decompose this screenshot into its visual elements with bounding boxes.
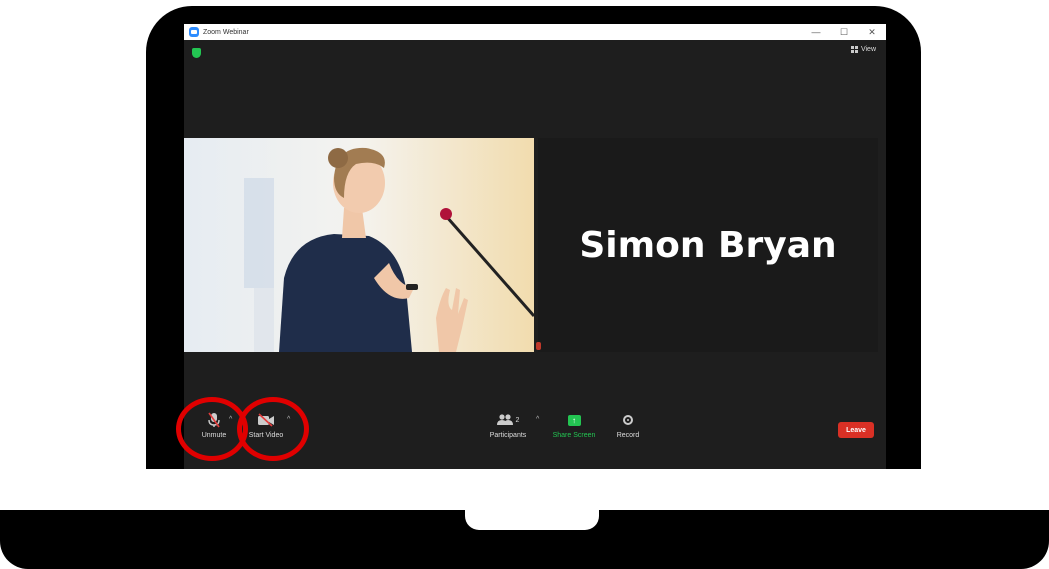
grid-icon (850, 46, 858, 53)
shield-icon[interactable] (192, 48, 201, 58)
participants-button[interactable]: 2 Participants (478, 410, 538, 439)
record-button[interactable]: Record (598, 410, 658, 439)
video-tile-speaker[interactable] (184, 138, 534, 352)
record-label: Record (616, 432, 640, 439)
share-screen-button[interactable]: ↑ Share Screen (544, 410, 604, 439)
minimize-button[interactable]: — (802, 24, 830, 40)
participants-icon: 2 (496, 410, 520, 430)
share-screen-label: Share Screen (552, 432, 596, 439)
leave-button[interactable]: Leave (838, 422, 874, 438)
laptop-notch (465, 510, 599, 530)
maximize-button[interactable]: ☐ (830, 24, 858, 40)
view-button[interactable]: View (850, 46, 876, 53)
start-video-highlight-circle (237, 397, 309, 461)
speaker-photo (184, 138, 534, 352)
video-tile-name[interactable]: Simon Bryan (538, 138, 878, 352)
close-button[interactable]: ✕ (858, 24, 886, 40)
muted-indicator-icon (536, 342, 541, 350)
participant-name: Simon Bryan (579, 224, 837, 266)
view-label: View (860, 46, 876, 53)
share-screen-icon: ↑ (567, 414, 581, 426)
window-titlebar: Zoom Webinar — ☐ ✕ (184, 24, 886, 40)
record-icon (623, 415, 633, 425)
participants-options-caret[interactable]: ^ (536, 416, 539, 423)
participants-count: 2 (515, 416, 520, 424)
window-title: Zoom Webinar (203, 28, 249, 36)
participants-label: Participants (489, 432, 527, 439)
window-controls: — ☐ ✕ (802, 24, 886, 40)
zoom-app-icon (189, 27, 199, 37)
